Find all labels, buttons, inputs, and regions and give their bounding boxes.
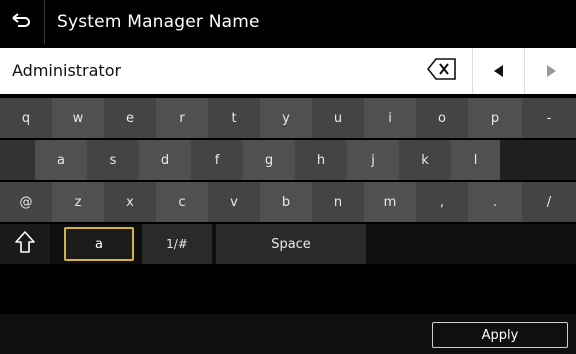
key-f[interactable]: f <box>191 140 243 180</box>
key-slash[interactable]: / <box>522 182 576 222</box>
key-t[interactable]: t <box>208 98 260 138</box>
triangle-left-icon <box>494 62 504 81</box>
name-input[interactable]: Administrator <box>0 48 412 94</box>
cursor-left-button[interactable] <box>472 48 525 94</box>
key-u[interactable]: u <box>312 98 364 138</box>
key-h[interactable]: h <box>295 140 347 180</box>
row-spacer <box>500 140 576 180</box>
cursor-right-button[interactable] <box>524 48 576 94</box>
key-v[interactable]: v <box>208 182 260 222</box>
key-e[interactable]: e <box>104 98 156 138</box>
triangle-right-icon <box>546 62 556 81</box>
backspace-button[interactable] <box>412 48 472 94</box>
key-w[interactable]: w <box>52 98 104 138</box>
key-g[interactable]: g <box>243 140 295 180</box>
page-title: System Manager Name <box>57 12 260 32</box>
key-k[interactable]: k <box>399 140 451 180</box>
key-y[interactable]: y <box>260 98 312 138</box>
key-j[interactable]: j <box>347 140 399 180</box>
key-z[interactable]: z <box>52 182 104 222</box>
footer-bar: Apply <box>0 314 576 354</box>
key-r[interactable]: r <box>156 98 208 138</box>
key-hyphen[interactable]: - <box>522 98 576 138</box>
key-c[interactable]: c <box>156 182 208 222</box>
back-button[interactable] <box>0 0 45 44</box>
backspace-icon <box>426 58 457 84</box>
key-x[interactable]: x <box>104 182 156 222</box>
key-o[interactable]: o <box>416 98 468 138</box>
input-bar: Administrator <box>0 48 576 94</box>
key-i[interactable]: i <box>364 98 416 138</box>
apply-button[interactable]: Apply <box>432 322 568 348</box>
keyboard-row-4: a 1/# Space <box>0 224 576 264</box>
key-comma[interactable]: , <box>416 182 468 222</box>
key-b[interactable]: b <box>260 182 312 222</box>
key-d[interactable]: d <box>139 140 191 180</box>
space-button[interactable]: Space <box>216 224 366 264</box>
letter-mode-button[interactable]: a <box>64 227 134 261</box>
shift-button[interactable] <box>0 224 50 264</box>
symbol-mode-button[interactable]: 1/# <box>142 224 212 264</box>
keyboard-row-2: a s d f g h j k l <box>0 140 576 180</box>
key-period[interactable]: . <box>468 182 522 222</box>
key-s[interactable]: s <box>87 140 139 180</box>
key-n[interactable]: n <box>312 182 364 222</box>
row-spacer <box>370 224 576 264</box>
key-m[interactable]: m <box>364 182 416 222</box>
shift-up-arrow-icon <box>15 231 35 257</box>
key-p[interactable]: p <box>468 98 522 138</box>
row-spacer <box>0 140 35 180</box>
back-arrow-icon <box>12 12 32 32</box>
title-bar: System Manager Name <box>0 0 576 44</box>
key-l[interactable]: l <box>451 140 500 180</box>
key-at[interactable]: @ <box>0 182 52 222</box>
keyboard-row-3: @ z x c v b n m , . / <box>0 182 576 222</box>
keyboard-row-1: q w e r t y u i o p - <box>0 98 576 138</box>
key-a[interactable]: a <box>35 140 87 180</box>
key-q[interactable]: q <box>0 98 52 138</box>
